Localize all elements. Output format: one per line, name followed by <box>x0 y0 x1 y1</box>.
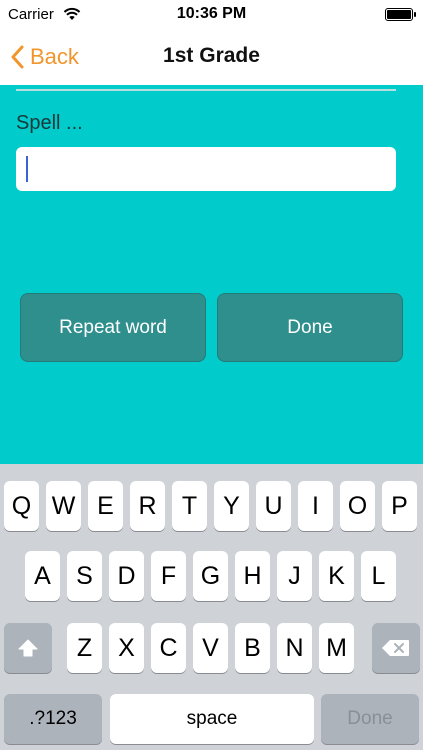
keyboard-done-key[interactable]: Done <box>321 694 419 744</box>
key-o[interactable]: O <box>340 481 375 531</box>
shift-arrow-icon <box>18 639 38 657</box>
keyboard: Q W E R T Y U I O P A S D F G H J K L Z … <box>0 464 423 750</box>
key-k[interactable]: K <box>319 551 354 601</box>
shift-key[interactable] <box>4 623 52 673</box>
key-t[interactable]: T <box>172 481 207 531</box>
key-f[interactable]: F <box>151 551 186 601</box>
key-y[interactable]: Y <box>214 481 249 531</box>
key-m[interactable]: M <box>319 623 354 673</box>
key-g[interactable]: G <box>193 551 228 601</box>
space-key[interactable]: space <box>110 694 314 744</box>
answer-input[interactable] <box>16 147 396 191</box>
key-u[interactable]: U <box>256 481 291 531</box>
key-r[interactable]: R <box>130 481 165 531</box>
divider <box>16 89 396 91</box>
key-h[interactable]: H <box>235 551 270 601</box>
key-j[interactable]: J <box>277 551 312 601</box>
key-a[interactable]: A <box>25 551 60 601</box>
spelling-panel: Spell ... Repeat word Done <box>0 85 423 464</box>
key-v[interactable]: V <box>193 623 228 673</box>
key-i[interactable]: I <box>298 481 333 531</box>
status-bar: Carrier 10:36 PM <box>0 0 423 30</box>
page-title: 1st Grade <box>163 44 260 67</box>
key-s[interactable]: S <box>67 551 102 601</box>
key-x[interactable]: X <box>109 623 144 673</box>
navigation-bar: Back 1st Grade <box>0 30 423 85</box>
key-b[interactable]: B <box>235 623 270 673</box>
key-n[interactable]: N <box>277 623 312 673</box>
key-e[interactable]: E <box>88 481 123 531</box>
delete-key[interactable] <box>372 623 420 673</box>
text-cursor <box>26 156 28 182</box>
key-z[interactable]: Z <box>67 623 102 673</box>
battery-icon <box>385 8 416 21</box>
backspace-icon <box>382 640 409 656</box>
key-d[interactable]: D <box>109 551 144 601</box>
clock: 10:36 PM <box>176 5 247 22</box>
key-q[interactable]: Q <box>4 481 39 531</box>
key-p[interactable]: P <box>382 481 417 531</box>
numbers-key[interactable]: .?123 <box>4 694 102 744</box>
key-l[interactable]: L <box>361 551 396 601</box>
key-w[interactable]: W <box>46 481 81 531</box>
done-button[interactable]: Done <box>217 293 403 362</box>
spell-prompt: Spell ... <box>16 112 83 134</box>
repeat-word-button[interactable]: Repeat word <box>20 293 206 362</box>
key-c[interactable]: C <box>151 623 186 673</box>
